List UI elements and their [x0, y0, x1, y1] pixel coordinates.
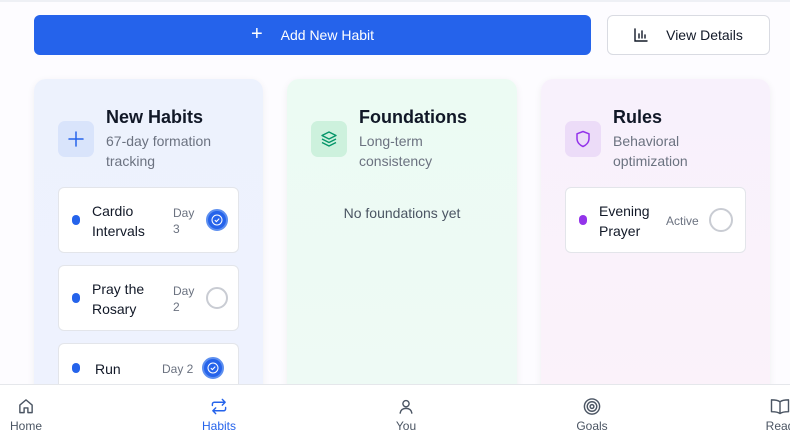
- bar-chart-icon: [634, 28, 648, 42]
- habit-day: Day 2: [162, 362, 194, 376]
- new-habits-column: New Habits 67-day formation tracking Car…: [34, 79, 263, 399]
- top-divider: [0, 0, 790, 2]
- layers-icon: [311, 121, 347, 157]
- nav-item-home[interactable]: Home: [6, 385, 46, 432]
- habit-status: Active: [666, 214, 699, 228]
- habit-name: Pray the Rosary: [92, 281, 145, 317]
- nav-item-goals[interactable]: Goals: [570, 385, 614, 432]
- check-icon: [211, 214, 223, 226]
- nav-item-read[interactable]: Read: [760, 385, 790, 432]
- new-habits-subtitle: 67-day formation tracking: [106, 133, 212, 169]
- habit-color-dot: [72, 293, 80, 303]
- nav-label-read: Read: [765, 419, 790, 432]
- rules-subtitle: Behavioral optimization: [613, 133, 688, 169]
- habit-color-dot: [72, 363, 80, 373]
- habit-color-dot: [579, 215, 587, 225]
- rules-title: Rules: [613, 107, 663, 127]
- habit-color-dot: [72, 215, 80, 225]
- bottom-navigation: Home Habits You Goals Read: [0, 384, 790, 432]
- add-new-habit-label: Add New Habit: [280, 27, 375, 43]
- rule-card-evening-prayer[interactable]: Evening Prayer Active: [565, 187, 746, 253]
- add-new-habit-button[interactable]: + Add New Habit: [34, 15, 591, 55]
- nav-label-habits: Habits: [201, 419, 236, 432]
- habit-complete-toggle[interactable]: [206, 209, 228, 231]
- nav-label-home: Home: [9, 419, 42, 432]
- habit-day: Day 3: [173, 206, 195, 236]
- habit-name: Cardio Intervals: [92, 203, 145, 239]
- nav-label-goals: Goals: [576, 419, 608, 432]
- view-details-button[interactable]: View Details: [607, 15, 770, 55]
- habit-complete-toggle[interactable]: [202, 357, 224, 379]
- shield-icon: [565, 121, 601, 157]
- plus-icon: [58, 121, 94, 157]
- foundations-empty-message: No foundations yet: [343, 205, 461, 221]
- habit-name: Evening Prayer: [599, 203, 650, 239]
- habit-card-pray-the-rosary[interactable]: Pray the Rosary Day 2: [58, 265, 239, 331]
- nav-item-habits[interactable]: Habits: [196, 385, 242, 432]
- repeat-icon: [211, 398, 227, 415]
- foundations-title: Foundations: [359, 107, 467, 127]
- nav-label-you: You: [395, 419, 417, 432]
- user-icon: [399, 399, 413, 414]
- plus-icon: +: [250, 22, 263, 45]
- new-habits-title: New Habits: [106, 107, 204, 127]
- foundations-column: Foundations Long-term consistency No fou…: [287, 79, 517, 399]
- rules-column: Rules Behavioral optimization Evening Pr…: [541, 79, 770, 399]
- new-habits-header: New Habits 67-day formation tracking: [58, 107, 236, 171]
- habit-name: Run: [95, 361, 121, 377]
- rules-header: Rules Behavioral optimization: [565, 107, 743, 171]
- foundations-header: Foundations Long-term consistency: [311, 107, 489, 171]
- foundations-subtitle: Long-term consistency: [359, 133, 433, 169]
- book-icon: [770, 399, 790, 415]
- habit-card-cardio-intervals[interactable]: Cardio Intervals Day 3: [58, 187, 239, 253]
- habit-complete-toggle[interactable]: [206, 287, 228, 309]
- target-icon: [583, 398, 601, 415]
- view-details-label: View Details: [666, 27, 743, 43]
- check-icon: [207, 362, 219, 374]
- habit-day: Day 2: [173, 284, 195, 314]
- home-icon: [19, 399, 33, 414]
- habit-complete-toggle[interactable]: [709, 208, 733, 232]
- nav-item-you[interactable]: You: [386, 385, 426, 432]
